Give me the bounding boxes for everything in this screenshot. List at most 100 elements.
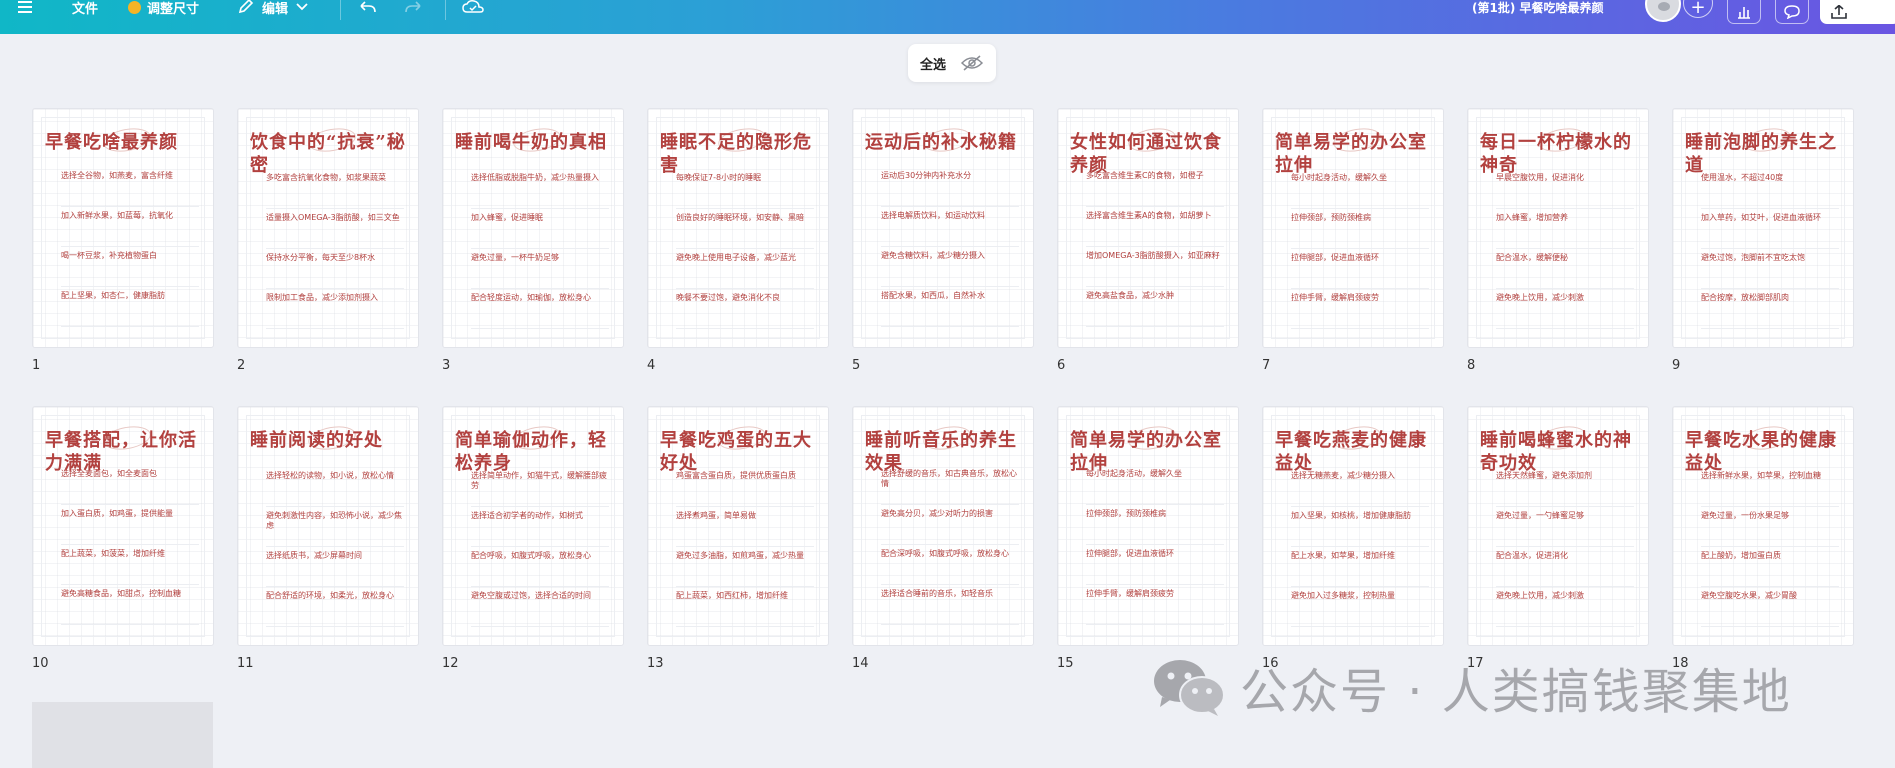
- page-number: 14: [852, 656, 869, 671]
- comment-button[interactable]: [1775, 0, 1809, 24]
- cloud-check-icon: [462, 0, 484, 13]
- page-bullet: 多吃富含维生素C的食物，如橙子: [1086, 167, 1224, 207]
- page-thumbnail[interactable]: 女性如何通过饮食养颜 多吃富含维生素C的食物，如橙子 选择富含维生素A的食物，如胡萝…: [1057, 108, 1239, 348]
- resize-button[interactable]: 调整尺寸: [128, 0, 199, 17]
- page-bullet: 避免过饱，泡脚前不宜吃太饱: [1701, 249, 1839, 289]
- page-thumbnail[interactable]: 简单易学的办公室拉伸 每小时起身活动，缓解久坐 拉伸颈部，预防颈椎病 拉伸腿部，促进血…: [1262, 108, 1444, 348]
- page-bullet: 选择煮鸡蛋，简单易做: [676, 507, 814, 547]
- page-bullet: 选择全谷物，如燕麦，富含纤维: [61, 167, 199, 207]
- page-thumbnail[interactable]: 睡前阅读的好处 选择轻松的读物，如小说，放松心情 避免刺激性内容，如恐怖小说，减少焦…: [237, 406, 419, 646]
- toolbar-divider: [340, 0, 341, 20]
- page-number: 15: [1057, 656, 1074, 671]
- page-number: 4: [647, 358, 656, 373]
- page-bullet-list: 选择全谷物，如燕麦，富含纤维 加入新鲜水果，如蓝莓，抗氧化 喝一杯豆浆，补充植物蛋白…: [61, 167, 199, 327]
- page-bullet: 避免过量，一勺蜂蜜足够: [1496, 507, 1634, 547]
- page-bullet: 配合呼吸，如腹式呼吸，放松身心: [471, 547, 609, 587]
- page-thumbnail[interactable]: 睡前听音乐的养生效果 选择舒缓的音乐，如古典音乐，放松心情 避免高分贝，减少对听力的…: [852, 406, 1034, 646]
- page-bullet: 选择舒缓的音乐，如古典音乐，放松心情: [881, 465, 1019, 505]
- document-title[interactable]: (第1批) 早餐吃啥最养颜: [1472, 0, 1604, 15]
- page-bullet: 拉伸腿部，促进血液循环: [1291, 249, 1429, 289]
- page-number: 9: [1672, 358, 1681, 373]
- page-bullet: 避免过多油脂，如煎鸡蛋，减少热量: [676, 547, 814, 587]
- wechat-logo-icon: [1154, 660, 1225, 716]
- top-toolbar: 文件 调整尺寸 编辑 (第1批) 早餐吃啥最养颜 +: [0, 0, 1895, 34]
- page-bullet: 选择全麦面包，如全麦面包: [61, 465, 199, 505]
- page-bullet: 限制加工食品，减少添加剂摄入: [266, 289, 404, 329]
- share-button[interactable]: [1820, 0, 1895, 24]
- page-thumbnail[interactable]: 早餐吃燕麦的健康益处 选择无糖燕麦，减少糖分摄入 加入坚果，如核桃，增加健康脂肪 配上…: [1262, 406, 1444, 646]
- page-number: 1: [32, 358, 41, 373]
- page-thumbnail[interactable]: 简单瑜伽动作，轻松养身 选择简单动作，如猫牛式，缓解腰部疲劳 选择适合初学者的动作，…: [442, 406, 624, 646]
- page-bullet: 加入草药，如艾叶，促进血液循环: [1701, 209, 1839, 249]
- page-thumbnail[interactable]: 运动后的补水秘籍 运动后30分钟内补充水分 选择电解质饮料，如运动饮料 避免含糖饮料，…: [852, 108, 1034, 348]
- page-bullet: 选择天然蜂蜜，避免添加剂: [1496, 467, 1634, 507]
- page-bullet: 避免高分贝，减少对听力的损害: [881, 505, 1019, 545]
- page-number: 5: [852, 358, 861, 373]
- watermark: 公众号 · 人类搞钱聚集地: [1152, 657, 1792, 720]
- hamburger-menu-icon[interactable]: [18, 0, 34, 14]
- page-thumbnail[interactable]: 睡眠不足的隐形危害 每晚保证7-8小时的睡眠 创造良好的睡眠环境，如安静、黑暗 避免晚…: [647, 108, 829, 348]
- page-number: 11: [237, 656, 254, 671]
- page-bullet: 加入蛋白质，如鸡蛋，提供能量: [61, 505, 199, 545]
- page-bullet: 早晨空腹饮用，促进消化: [1496, 169, 1634, 209]
- page-thumbnail[interactable]: 早餐吃水果的健康益处 选择新鲜水果，如苹果，控制血糖 避免过量，一份水果足够 配上酸奶…: [1672, 406, 1854, 646]
- page-bullet: 选择低脂或脱脂牛奶，减少热量摄入: [471, 169, 609, 209]
- page-thumbnail-loading[interactable]: [32, 702, 213, 768]
- pen-icon: [238, 0, 254, 14]
- page-bullet: 加入蜂蜜，增加营养: [1496, 209, 1634, 249]
- edit-menu-button[interactable]: 编辑: [238, 0, 308, 17]
- toolbar-divider: [445, 0, 446, 20]
- page-bullet: 配合深呼吸，如腹式呼吸，放松身心: [881, 545, 1019, 585]
- page-thumbnail[interactable]: 睡前泡脚的养生之道 使用温水，不超过40度 加入草药，如艾叶，促进血液循环 避免过饱，…: [1672, 108, 1854, 348]
- page-bullet-list: 选择轻松的读物，如小说，放松心情 避免刺激性内容，如恐怖小说，减少焦虑 选择纸质书，…: [266, 467, 404, 627]
- page-thumbnail[interactable]: 每日一杯柠檬水的神奇 早晨空腹饮用，促进消化 加入蜂蜜，增加营养 配合温水，缓解便秘避…: [1467, 108, 1649, 348]
- page-bullet: 增加OMEGA-3脂肪酸摄入，如亚麻籽: [1086, 247, 1224, 287]
- page-bullet: 避免晚上使用电子设备，减少蓝光: [676, 249, 814, 289]
- page-thumbnail[interactable]: 饮食中的“抗衰”秘密 多吃富含抗氧化食物，如浆果蔬菜 适量摄入OMEGA-3脂肪酸，…: [237, 108, 419, 348]
- page-bullet: 配上酸奶，增加蛋白质: [1701, 547, 1839, 587]
- page-number: 8: [1467, 358, 1476, 373]
- page-bullet: 配合舒适的环境，如柔光，放松身心: [266, 587, 404, 627]
- page-bullet: 使用温水，不超过40度: [1701, 169, 1839, 209]
- analytics-button[interactable]: [1727, 0, 1761, 24]
- redo-button[interactable]: [404, 0, 424, 14]
- page-bullet-list: 选择全麦面包，如全麦面包 加入蛋白质，如鸡蛋，提供能量 配上蔬菜，如菠菜，增加纤维避…: [61, 465, 199, 625]
- page-thumbnail[interactable]: 睡前喝蜂蜜水的神奇功效 选择天然蜂蜜，避免添加剂 避免过量，一勺蜂蜜足够 配合温水，促…: [1467, 406, 1649, 646]
- page-number: 3: [442, 358, 451, 373]
- page-number: 13: [647, 656, 664, 671]
- page-bullet: 晚餐不要过饱，避免消化不良: [676, 289, 814, 329]
- page-number: 7: [1262, 358, 1271, 373]
- page-thumbnail[interactable]: 早餐吃啥最养颜 选择全谷物，如燕麦，富含纤维 加入新鲜水果，如蓝莓，抗氧化 喝一杯豆浆…: [32, 108, 214, 348]
- page-bullet: 配上蔬菜，如菠菜，增加纤维: [61, 545, 199, 585]
- page-number: 10: [32, 656, 49, 671]
- page-bullet-list: 多吃富含维生素C的食物，如橙子 选择富含维生素A的食物，如胡萝卜 增加OMEGA-3…: [1086, 167, 1224, 327]
- page-bullet: 加入蜂蜜，促进睡眠: [471, 209, 609, 249]
- page-thumbnail[interactable]: 简单易学的办公室拉伸 每小时起身活动，缓解久坐 拉伸颈部，预防颈椎病 拉伸腿部，促进血…: [1057, 406, 1239, 646]
- undo-button[interactable]: [357, 0, 377, 14]
- page-bullet: 拉伸手臂，缓解肩颈疲劳: [1086, 585, 1224, 625]
- page-bullet: 拉伸手臂，缓解肩颈疲劳: [1291, 289, 1429, 329]
- page-bullet: 搭配水果，如西瓜，自然补水: [881, 287, 1019, 327]
- avatar[interactable]: [1645, 0, 1681, 22]
- page-bullet: 配合按摩，放松脚部肌肉: [1701, 289, 1839, 329]
- page-bullet: 拉伸颈部，预防颈椎病: [1086, 505, 1224, 545]
- page-bullet-list: 鸡蛋富含蛋白质，提供优质蛋白质 选择煮鸡蛋，简单易做 避免过多油脂，如煎鸡蛋，减少热…: [676, 467, 814, 627]
- add-collaborator-button[interactable]: +: [1683, 0, 1713, 18]
- page-thumbnail[interactable]: 早餐搭配，让你活力满满 选择全麦面包，如全麦面包 加入蛋白质，如鸡蛋，提供能量 配上蔬…: [32, 406, 214, 646]
- page-bullet-list: 选择低脂或脱脂牛奶，减少热量摄入 加入蜂蜜，促进睡眠 避免过量，一杯牛奶足够 配合轻度…: [471, 169, 609, 329]
- page-bullet: 多吃富含抗氧化食物，如浆果蔬菜: [266, 169, 404, 209]
- page-title: 睡前喝牛奶的真相: [455, 132, 607, 153]
- page-bullet: 喝一杯豆浆，补充植物蛋白: [61, 247, 199, 287]
- page-bullet: 避免含糖饮料，减少糖分摄入: [881, 247, 1019, 287]
- file-menu-button[interactable]: 文件: [72, 0, 98, 17]
- page-thumbnail[interactable]: 早餐吃鸡蛋的五大好处 鸡蛋富含蛋白质，提供优质蛋白质 选择煮鸡蛋，简单易做 避免过多油…: [647, 406, 829, 646]
- page-number: 12: [442, 656, 459, 671]
- hide-eye-icon[interactable]: [960, 55, 984, 71]
- page-bullet: 拉伸颈部，预防颈椎病: [1291, 209, 1429, 249]
- page-bullet-list: 选择简单动作，如猫牛式，缓解腰部疲劳 选择适合初学者的动作，如树式 配合呼吸，如腹式…: [471, 467, 609, 627]
- chevron-down-icon: [296, 3, 308, 11]
- select-all-bar[interactable]: 全选: [908, 44, 996, 82]
- page-thumbnail[interactable]: 睡前喝牛奶的真相选择低脂或脱脂牛奶，减少热量摄入 加入蜂蜜，促进睡眠 避免过量，一杯…: [442, 108, 624, 348]
- page-bullet: 鸡蛋富含蛋白质，提供优质蛋白质: [676, 467, 814, 507]
- cloud-save-button[interactable]: [462, 0, 484, 14]
